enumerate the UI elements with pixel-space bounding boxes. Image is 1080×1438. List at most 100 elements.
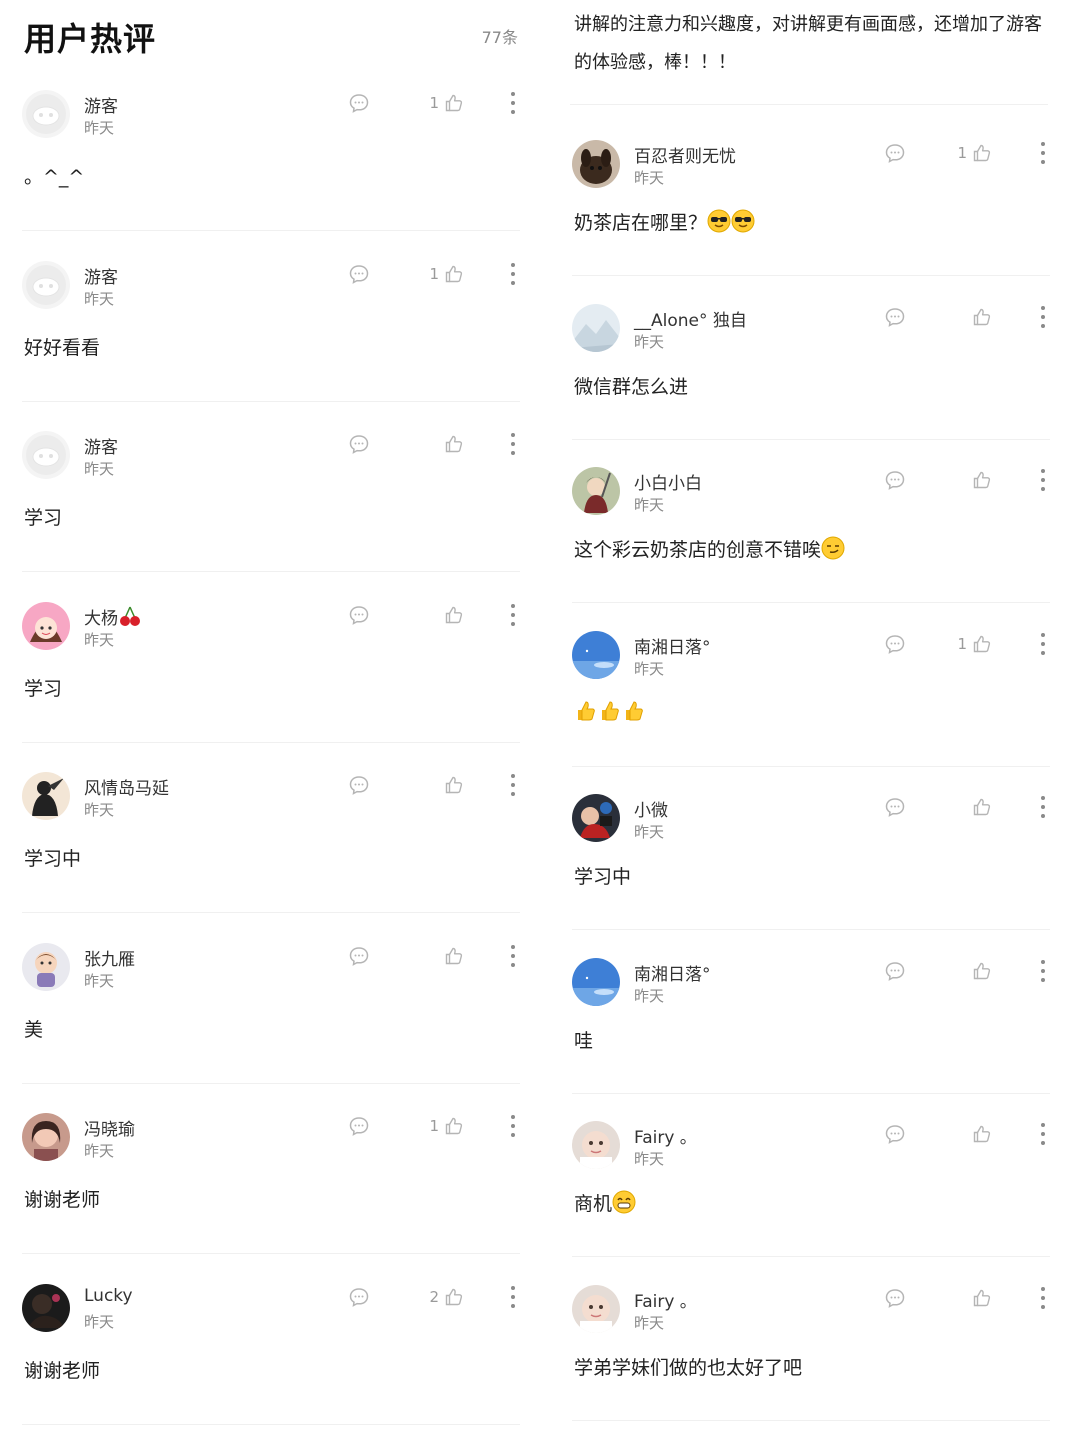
like-button[interactable] xyxy=(967,796,992,818)
avatar[interactable] xyxy=(22,260,70,309)
more-vertical-icon[interactable] xyxy=(508,431,518,457)
comment-bubble-icon[interactable] xyxy=(348,945,370,967)
more-vertical-icon[interactable] xyxy=(1038,140,1048,166)
username[interactable]: 南湘日落° xyxy=(634,633,711,658)
username[interactable]: 张九雁 xyxy=(84,945,135,970)
comment-time: 昨天 xyxy=(634,823,665,841)
like-button[interactable]: 1 xyxy=(429,263,464,285)
divider xyxy=(572,765,1050,767)
comment-bubble-icon[interactable] xyxy=(348,263,370,285)
username[interactable]: __Alone° 独自 xyxy=(634,306,747,331)
divider xyxy=(22,1082,520,1084)
avatar[interactable] xyxy=(572,140,620,188)
avatar[interactable] xyxy=(572,1284,620,1333)
username[interactable]: Fairy 。 xyxy=(634,1287,697,1312)
thumbs-up-icon xyxy=(444,1287,464,1307)
like-button[interactable]: 1 xyxy=(957,142,992,164)
thumbs-emoji-icon xyxy=(598,699,622,728)
like-button[interactable] xyxy=(967,306,992,328)
avatar[interactable] xyxy=(22,1283,70,1332)
more-vertical-icon[interactable] xyxy=(1038,794,1048,820)
like-button[interactable] xyxy=(439,604,464,626)
username-text: 风情岛马延 xyxy=(84,779,169,799)
like-button[interactable]: 1 xyxy=(957,633,992,655)
comment-text-content: 哇 xyxy=(574,1029,594,1052)
avatar[interactable] xyxy=(22,431,70,479)
sunglasses-emoji-icon xyxy=(707,209,731,238)
username[interactable]: Fairy 。 xyxy=(634,1123,697,1148)
username[interactable]: 南湘日落° xyxy=(634,960,711,985)
avatar[interactable] xyxy=(22,772,70,820)
avatar[interactable] xyxy=(572,630,620,679)
more-vertical-icon[interactable] xyxy=(508,1113,518,1139)
more-vertical-icon[interactable] xyxy=(1038,958,1048,984)
username[interactable]: 小白小白 xyxy=(634,469,702,494)
comment-item: 游客 昨天 学习 xyxy=(22,431,520,601)
like-button[interactable] xyxy=(439,945,464,967)
comment-bubble-icon[interactable] xyxy=(348,433,370,455)
username-text: Lucky xyxy=(84,1285,133,1306)
like-button[interactable]: 1 xyxy=(429,92,464,114)
username-text: 游客 xyxy=(84,438,118,458)
comment-bubble-icon[interactable] xyxy=(884,796,906,818)
avatar[interactable] xyxy=(572,794,620,842)
more-vertical-icon[interactable] xyxy=(508,943,518,969)
comment-bubble-icon[interactable] xyxy=(348,774,370,796)
username[interactable]: 冯晓瑜 xyxy=(84,1115,135,1140)
avatar[interactable] xyxy=(22,601,70,650)
like-button[interactable] xyxy=(439,433,464,455)
comment-bubble-icon[interactable] xyxy=(348,1286,370,1308)
like-button[interactable] xyxy=(439,774,464,796)
avatar[interactable] xyxy=(22,942,70,991)
comment-bubble-icon[interactable] xyxy=(884,1287,906,1309)
comment-bubble-icon[interactable] xyxy=(884,306,906,328)
comment-bubble-icon[interactable] xyxy=(348,1115,370,1137)
username[interactable]: 百忍者则无忧 xyxy=(634,142,736,167)
comment-bubble-icon[interactable] xyxy=(348,92,370,114)
username[interactable]: 游客 xyxy=(84,92,118,117)
more-vertical-icon[interactable] xyxy=(1038,1121,1048,1147)
like-button[interactable]: 1 xyxy=(429,1115,464,1137)
comment-text xyxy=(574,699,646,728)
like-button[interactable] xyxy=(967,1287,992,1309)
more-vertical-icon[interactable] xyxy=(508,1284,518,1310)
comment-time: 昨天 xyxy=(84,119,115,137)
username[interactable]: 小微 xyxy=(634,796,668,821)
comment-bubble-icon[interactable] xyxy=(348,604,370,626)
like-button[interactable] xyxy=(967,1123,992,1145)
comment-bubble-icon[interactable] xyxy=(884,960,906,982)
username-text: 冯晓瑜 xyxy=(84,1120,135,1140)
grin-emoji-icon xyxy=(612,1190,636,1219)
more-vertical-icon[interactable] xyxy=(508,602,518,628)
comment-text-content: 好好看看 xyxy=(24,336,101,359)
comment-bubble-icon[interactable] xyxy=(884,142,906,164)
more-vertical-icon[interactable] xyxy=(1038,467,1048,493)
avatar[interactable] xyxy=(22,90,70,138)
comment-item: Fairy 。昨天 学弟学妹们做的也太好了吧 xyxy=(572,1284,1050,1438)
comment-bubble-icon[interactable] xyxy=(884,469,906,491)
like-button[interactable]: 2 xyxy=(429,1286,464,1308)
comment-time: 昨天 xyxy=(84,630,115,649)
avatar[interactable] xyxy=(572,467,620,515)
avatar[interactable] xyxy=(22,1113,70,1161)
like-count: 1 xyxy=(429,264,439,283)
username[interactable]: 风情岛马延 xyxy=(84,774,169,799)
more-vertical-icon[interactable] xyxy=(1038,631,1048,657)
username-text: 百忍者则无忧 xyxy=(634,147,736,167)
more-vertical-icon[interactable] xyxy=(508,90,518,116)
avatar[interactable] xyxy=(572,1121,620,1169)
more-vertical-icon[interactable] xyxy=(1038,1285,1048,1311)
avatar[interactable] xyxy=(572,957,620,1006)
more-vertical-icon[interactable] xyxy=(1038,304,1048,330)
avatar[interactable] xyxy=(572,303,620,352)
more-vertical-icon[interactable] xyxy=(508,261,518,287)
like-button[interactable] xyxy=(967,960,992,982)
username[interactable]: 游客 xyxy=(84,433,118,458)
more-vertical-icon[interactable] xyxy=(508,772,518,798)
like-button[interactable] xyxy=(967,469,992,491)
username[interactable]: 游客 xyxy=(84,263,118,288)
comment-bubble-icon[interactable] xyxy=(884,1123,906,1145)
comment-bubble-icon[interactable] xyxy=(884,633,906,655)
username[interactable]: Lucky xyxy=(84,1286,133,1306)
comment-time: 昨天 xyxy=(84,971,115,990)
